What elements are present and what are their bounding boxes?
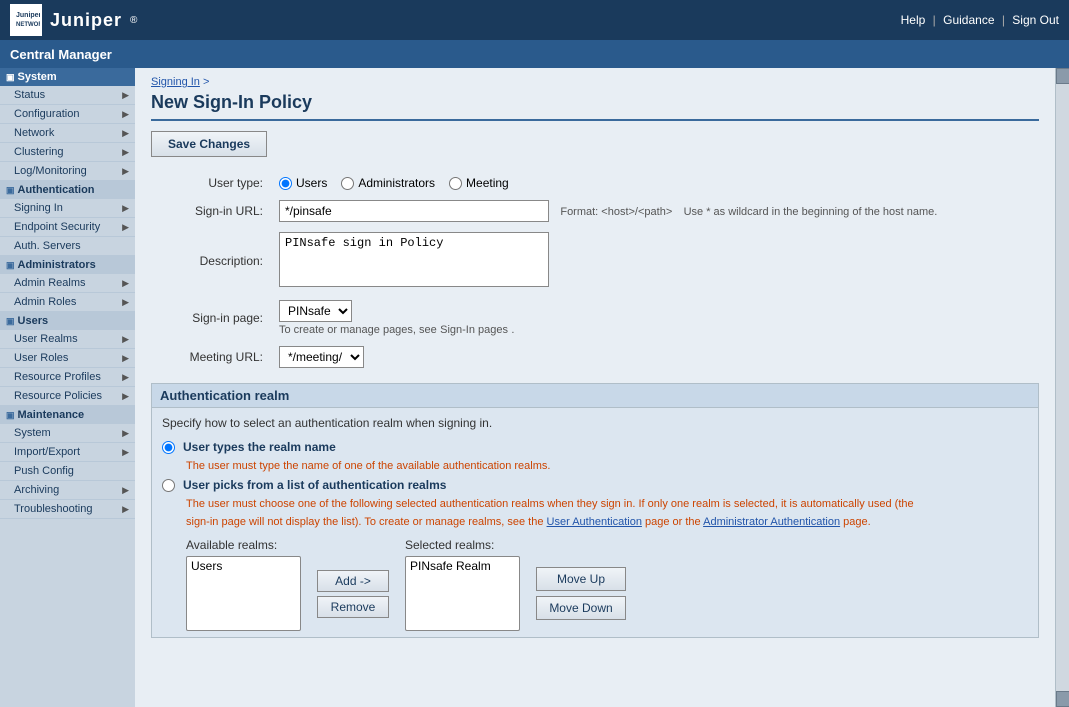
signin-page-hint: To create or manage pages, see [279,324,437,336]
save-changes-button[interactable]: Save Changes [151,131,267,157]
sidebar-item-admin-roles[interactable]: Admin Roles▶ [0,293,135,312]
meeting-url-label: Meeting URL: [151,341,271,373]
sidebar-section-users[interactable]: Users [0,312,135,330]
realm-option2-label: User picks from a list of authentication… [183,478,446,492]
move-buttons: Move Up Move Down [536,538,626,631]
brand-tm: ® [130,15,137,26]
user-type-label: User type: [151,171,271,195]
signin-url-hint: Use * as wildcard in the beginning of th… [684,206,938,218]
brand-name: Juniper [50,10,122,31]
admin-auth-link[interactable]: Administrator Authentication [703,516,840,528]
scrollbar[interactable] [1055,68,1069,707]
realm-description: Specify how to select an authentication … [162,416,1028,430]
user-type-radio-group: Users Administrators Meeting [279,176,937,190]
description-textarea[interactable]: PINsafe sign in Policy [279,232,549,287]
svg-text:Juniper: Juniper [16,12,40,19]
radio-meeting[interactable]: Meeting [449,176,509,190]
realm-option2[interactable]: User picks from a list of authentication… [162,478,1028,492]
radio-administrators[interactable]: Administrators [341,176,435,190]
sidebar-section-authentication[interactable]: Authentication [0,181,135,199]
move-down-button[interactable]: Move Down [536,596,626,620]
realm-option1-label: User types the realm name [183,440,336,454]
header-links: Help | Guidance | Sign Out [901,13,1059,27]
sidebar-section-maintenance[interactable]: Maintenance [0,406,135,424]
realm-option2-radio[interactable] [162,479,175,492]
available-realm-item[interactable]: Users [187,557,300,575]
move-up-button[interactable]: Move Up [536,567,626,591]
signin-page-select[interactable]: PINsafe [279,300,352,322]
sidebar-item-user-realms[interactable]: User Realms▶ [0,330,135,349]
realm-option2-desc1: The user must choose one of the followin… [186,498,1028,510]
sidebar-item-status[interactable]: Status▶ [0,86,135,105]
sidebar-item-import-export[interactable]: Import/Export▶ [0,443,135,462]
main-content: Signing In > New Sign-In Policy Save Cha… [135,68,1055,707]
sidebar-section-system[interactable]: System [0,68,135,86]
sidebar-item-push-config[interactable]: Push Config [0,462,135,481]
signin-url-format: Format: <host>/<path> [560,206,672,218]
realm-option1-desc: The user must type the name of one of th… [186,460,1028,472]
guidance-link[interactable]: Guidance [943,13,994,27]
layout: System Status▶ Configuration▶ Network▶ C… [0,68,1069,707]
signin-pages-link[interactable]: Sign-In pages [440,324,508,336]
sidebar-item-resource-policies[interactable]: Resource Policies▶ [0,387,135,406]
add-button[interactable]: Add -> [317,570,389,592]
topbar: Central Manager [0,40,1069,68]
sidebar-section-administrators[interactable]: Administrators [0,256,135,274]
signin-url-input[interactable] [279,200,549,222]
svg-text:NETWORKS: NETWORKS [16,22,40,28]
sidebar-item-admin-realms[interactable]: Admin Realms▶ [0,274,135,293]
logo-box: Juniper NETWORKS [10,4,42,36]
help-link[interactable]: Help [901,13,926,27]
selected-realms-label: Selected realms: [405,538,520,552]
available-realms-label: Available realms: [186,538,301,552]
sidebar-item-signing-in[interactable]: Signing In▶ [0,199,135,218]
available-realms-container: Available realms: Users [186,538,301,631]
signin-url-label: Sign-in URL: [151,195,271,227]
radio-users[interactable]: Users [279,176,327,190]
sidebar-item-auth-servers[interactable]: Auth. Servers [0,237,135,256]
realms-container: Available realms: Users Add -> Remove Se… [186,538,1028,631]
form-table: User type: Users Administrators Meeting [151,171,945,373]
topbar-title: Central Manager [10,47,112,62]
description-label: Description: [151,227,271,295]
sidebar-item-resource-profiles[interactable]: Resource Profiles▶ [0,368,135,387]
sidebar-item-configuration[interactable]: Configuration▶ [0,105,135,124]
selected-realm-item[interactable]: PINsafe Realm [406,557,519,575]
realm-section: Authentication realm Specify how to sele… [151,383,1039,638]
sidebar-item-clustering[interactable]: Clustering▶ [0,143,135,162]
realm-option2-desc2: sign-in page will not display the list).… [186,516,1028,528]
selected-realms-container: Selected realms: PINsafe Realm [405,538,520,631]
sidebar-item-user-roles[interactable]: User Roles▶ [0,349,135,368]
realm-section-title: Authentication realm [152,384,1038,408]
add-remove-buttons: Add -> Remove [317,538,389,631]
user-auth-link[interactable]: User Authentication [547,516,642,528]
selected-realms-listbox[interactable]: PINsafe Realm [405,556,520,631]
available-realms-listbox[interactable]: Users [186,556,301,631]
sidebar-item-log-monitoring[interactable]: Log/Monitoring▶ [0,162,135,181]
sidebar-item-endpoint-security[interactable]: Endpoint Security▶ [0,218,135,237]
realm-option1[interactable]: User types the realm name [162,440,1028,454]
breadcrumb-link[interactable]: Signing In [151,76,200,88]
header: Juniper NETWORKS Juniper ® Help | Guidan… [0,0,1069,40]
logo: Juniper NETWORKS Juniper ® [10,4,137,36]
realm-option1-radio[interactable] [162,441,175,454]
signin-page-label: Sign-in page: [151,295,271,341]
sidebar-item-network[interactable]: Network▶ [0,124,135,143]
sidebar-item-troubleshooting[interactable]: Troubleshooting▶ [0,500,135,519]
page-title: New Sign-In Policy [151,92,1039,121]
signout-link[interactable]: Sign Out [1012,13,1059,27]
meeting-url-select[interactable]: */meeting/ [279,346,364,368]
breadcrumb: Signing In > [151,76,1039,88]
remove-button[interactable]: Remove [317,596,389,618]
sidebar-item-archiving[interactable]: Archiving▶ [0,481,135,500]
sidebar-item-system[interactable]: System▶ [0,424,135,443]
sidebar: System Status▶ Configuration▶ Network▶ C… [0,68,135,707]
